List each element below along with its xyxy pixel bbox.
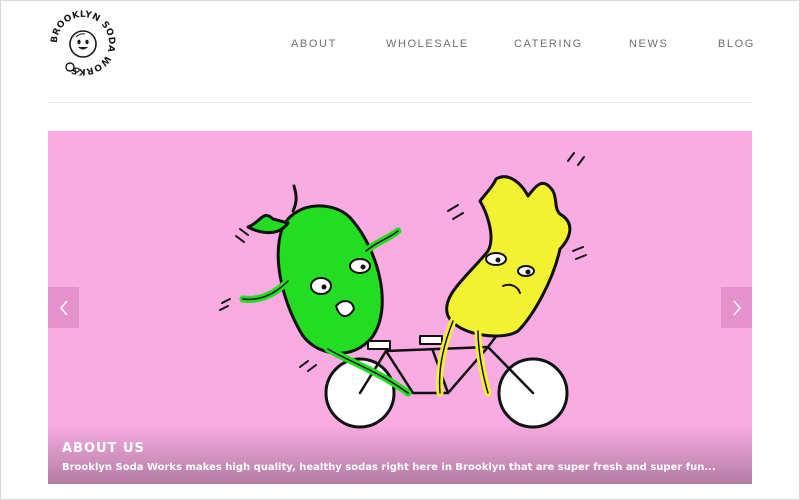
nav-catering[interactable]: CATERING [514, 38, 583, 50]
nav-news[interactable]: NEWS [629, 38, 668, 50]
chevron-left-icon [59, 299, 68, 316]
nav-about[interactable]: ABOUT [291, 38, 337, 50]
chevron-right-icon [732, 299, 741, 316]
nav-blog[interactable]: BLOG [718, 38, 755, 50]
slider-prev-button[interactable] [48, 287, 79, 328]
nav-wholesale[interactable]: WHOLESALE [386, 38, 469, 50]
slide-caption-text: Brooklyn Soda Works makes high quality, … [62, 462, 716, 473]
slide-caption: ABOUT US Brooklyn Soda Works makes high … [48, 424, 752, 484]
slide-caption-title[interactable]: ABOUT US [62, 441, 145, 456]
slider-next-button[interactable] [721, 287, 752, 328]
main-nav: ABOUT WHOLESALE CATERING NEWS BLOG [0, 38, 800, 54]
hero-slider[interactable]: ABOUT US Brooklyn Soda Works makes high … [48, 131, 752, 484]
header-divider [48, 102, 752, 103]
